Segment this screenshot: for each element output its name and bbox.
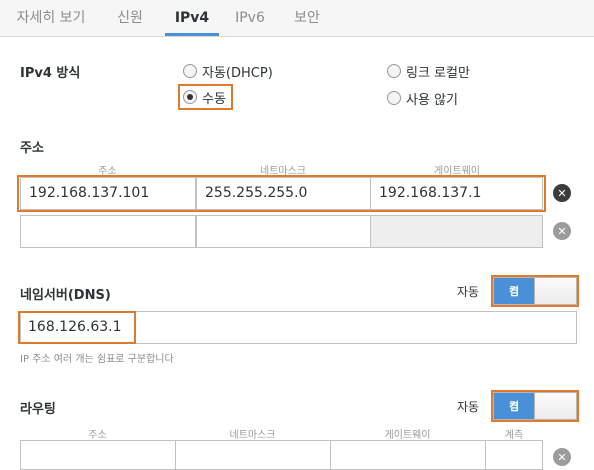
tab-ipv6[interactable]: IPv6 (228, 0, 272, 37)
tab-ipv4[interactable]: IPv4 (165, 0, 219, 37)
netmask-input[interactable]: 255.255.255.0 (196, 177, 371, 210)
address-input-empty[interactable] (20, 215, 196, 248)
routing-auto-label: 자동 (457, 400, 480, 414)
tab-security[interactable]: 보안 (285, 0, 329, 37)
ipv4-method-label: IPv4 방식 (20, 66, 81, 81)
dns-input[interactable]: 168.126.63.1 (28, 311, 122, 344)
radio-link-local[interactable]: 링크 로컬만 (387, 61, 470, 81)
gateway-input[interactable]: 192.168.137.1 (370, 177, 543, 210)
radio-button-icon (183, 64, 197, 78)
radio-disabled[interactable]: 사용 않기 (387, 88, 458, 108)
route-address-input[interactable] (20, 440, 176, 470)
dns-hint: IP 주소 여러 개는 쉼표로 구분합니다 (20, 354, 174, 365)
routing-column-address: 주소 (88, 430, 107, 441)
close-icon: ✕ (557, 450, 567, 464)
address-input[interactable]: 192.168.137.101 (20, 177, 196, 210)
dns-auto-label: 자동 (457, 285, 480, 299)
radio-manual[interactable]: 수동 (178, 84, 233, 110)
route-netmask-input[interactable] (175, 440, 331, 470)
toggle-knob (534, 393, 576, 419)
toggle-on-label: 켬 (494, 278, 534, 304)
toggle-on-label: 켬 (494, 393, 534, 419)
route-gateway-input[interactable] (330, 440, 486, 470)
tab-identity[interactable]: 신원 (108, 0, 152, 37)
routing-column-metric: 계측 (485, 426, 543, 441)
delete-route-button[interactable]: ✕ (553, 448, 571, 466)
active-tab-indicator (165, 33, 219, 36)
routing-column-netmask: 네트마스크 (229, 430, 276, 441)
radio-manual-label: 수동 (202, 91, 226, 107)
gateway-input-empty[interactable] (370, 215, 543, 248)
radio-button-icon (387, 91, 401, 105)
radio-button-icon (387, 64, 401, 78)
radio-disabled-label: 사용 않기 (406, 92, 458, 108)
routing-section-label: 라우팅 (20, 402, 56, 417)
tab-details[interactable]: 자세히 보기 (10, 0, 92, 37)
close-icon: ✕ (557, 224, 567, 238)
close-icon: ✕ (557, 186, 567, 200)
routing-column-gateway: 게이트웨이 (384, 430, 431, 441)
radio-link-local-label: 링크 로컬만 (406, 65, 470, 81)
dns-section-label: 네임서버(DNS) (20, 288, 111, 303)
address-section-label: 주소 (20, 141, 44, 156)
routing-auto-toggle[interactable]: 켬 (493, 392, 577, 420)
netmask-input-empty[interactable] (196, 215, 371, 248)
route-metric-input[interactable] (485, 440, 543, 470)
delete-address-button[interactable]: ✕ (553, 184, 571, 202)
toggle-knob (534, 278, 576, 304)
radio-dhcp[interactable]: 자동(DHCP) (183, 61, 273, 81)
dns-auto-toggle[interactable]: 켬 (493, 277, 577, 305)
radio-dhcp-label: 자동(DHCP) (202, 65, 273, 81)
delete-empty-row-button[interactable]: ✕ (553, 222, 571, 240)
radio-button-checked-icon (183, 90, 197, 104)
